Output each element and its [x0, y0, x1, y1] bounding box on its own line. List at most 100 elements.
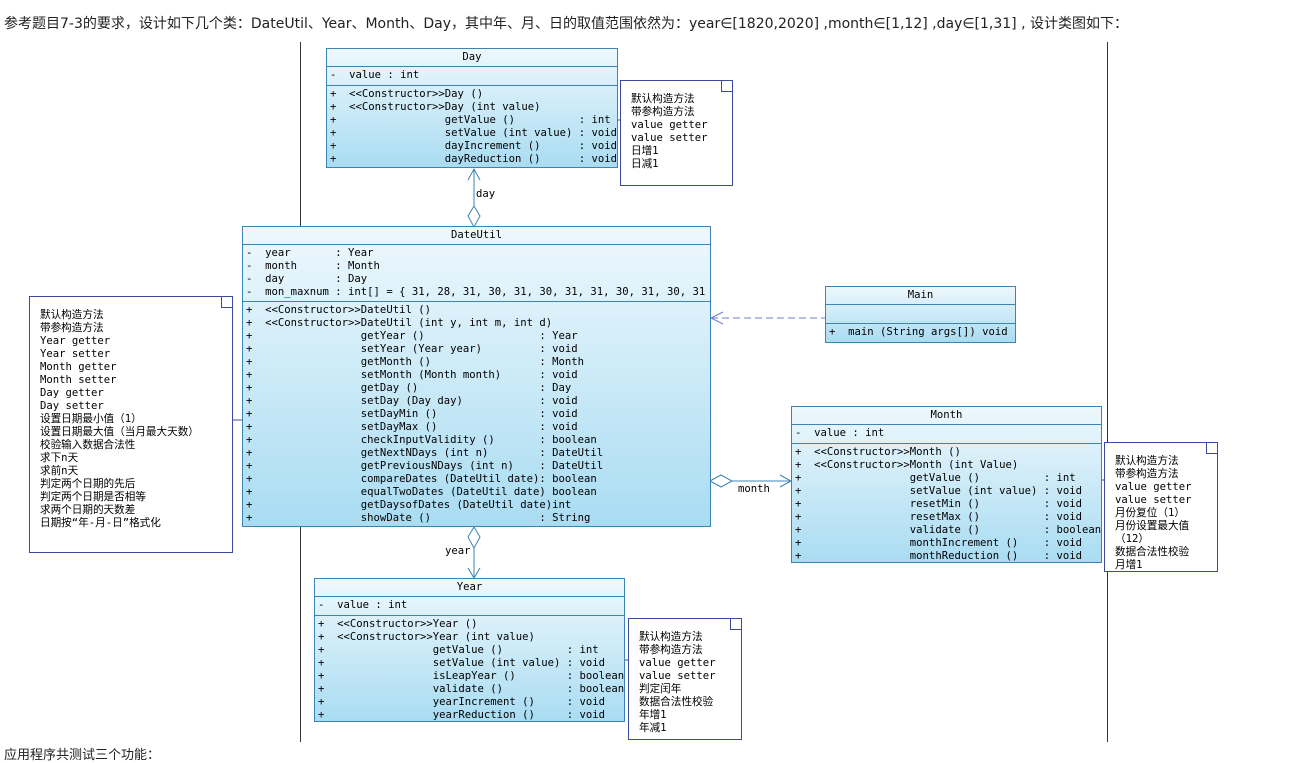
class-year-method: + validate () : boolean [318, 683, 624, 695]
note-dateutil-line: 求前n天 [40, 465, 79, 477]
note-year-line: 年减1 [639, 722, 667, 734]
class-month-method: + resetMax () : void [795, 511, 1083, 523]
class-year-method: + getValue () : int [318, 644, 599, 656]
note-dateutil-line: 设置日期最大值（当月最大天数） [40, 426, 199, 438]
class-dateutil-method: + setDayMax () : void [246, 421, 578, 433]
class-main-attributes [826, 305, 1015, 324]
class-year[interactable]: Year - value : int + <<Constructor>>Year… [314, 578, 625, 722]
class-dateutil-method: + getYear () : Year [246, 330, 578, 342]
class-main-methods: + main (String args[]) void [826, 324, 1015, 341]
note-dateutil-line: 带参构造方法 [40, 322, 104, 334]
class-main-method: + main (String args[]) void [829, 326, 1008, 338]
class-dateutil-method: + setDayMin () : void [246, 408, 578, 420]
class-dateutil-method: + setMonth (Month month) : void [246, 369, 578, 381]
note-dateutil-line: Month setter [40, 374, 117, 386]
class-month-methods: + <<Constructor>>Month () + <<Constructor… [792, 444, 1101, 565]
class-dateutil-attribute: - month : Month [246, 260, 380, 272]
note-month: 默认构造方法 带参构造方法 value getter value setter 月份复位… [1104, 442, 1218, 572]
note-month-line: value getter [1115, 481, 1192, 493]
note-dateutil-line: Day setter [40, 400, 104, 412]
class-month[interactable]: Month - value : int + <<Constructor>>Mon… [791, 406, 1102, 563]
class-month-method: + getValue () : int [795, 472, 1076, 484]
class-dateutil-method: + equalTwoDates (DateUtil date) boolean [246, 486, 597, 498]
class-main[interactable]: Main + main (String args[]) void [825, 286, 1016, 343]
note-day-line: 默认构造方法 [631, 93, 695, 105]
note-year-line: 数据合法性校验 [639, 696, 714, 708]
class-day-method: + dayIncrement () : void [330, 140, 617, 152]
year-relation-label: year [445, 545, 471, 557]
class-year-method: + <<Constructor>>Year (int value) [318, 631, 535, 643]
class-year-attributes: - value : int [315, 597, 624, 616]
note-dateutil: 默认构造方法 带参构造方法 Year getter Year setter Month … [29, 296, 233, 553]
note-month-line: （12） [1115, 533, 1149, 545]
note-year-line: 默认构造方法 [639, 631, 703, 643]
class-dateutil-method: + checkInputValidity () : boolean [246, 434, 597, 446]
class-dateutil-method: + getDay () : Day [246, 382, 572, 394]
note-day-line: value getter [631, 119, 708, 131]
class-month-method: + monthReduction () : void [795, 550, 1083, 562]
class-dateutil-name: DateUtil [243, 227, 710, 245]
class-day-method: + dayReduction () : void [330, 153, 617, 165]
class-month-method: + resetMin () : void [795, 498, 1083, 510]
note-dateutil-line: 设置日期最小值（1） [40, 413, 142, 425]
class-year-method: + <<Constructor>>Year () [318, 618, 478, 630]
note-day-line: value setter [631, 132, 708, 144]
note-fold-corner [721, 81, 732, 92]
class-dateutil-method: + setYear (Year year) : void [246, 343, 578, 355]
note-dateutil-line: 判定两个日期是否相等 [40, 491, 146, 503]
note-dateutil-line: Year setter [40, 348, 111, 360]
class-dateutil-method: + compareDates (DateUtil date): boolean [246, 473, 597, 485]
class-dateutil-attributes: - year : Year - month : Month - day : Day -… [243, 245, 710, 302]
note-dateutil-line: 默认构造方法 [40, 309, 104, 321]
month-relation-label: month [738, 483, 770, 495]
class-month-method: + validate () : boolean [795, 524, 1101, 536]
note-year-line: value getter [639, 657, 716, 669]
class-year-method: + yearIncrement () : void [318, 696, 606, 708]
note-month-line: 带参构造方法 [1115, 468, 1179, 480]
class-dateutil-method: + getMonth () : Month [246, 356, 585, 368]
class-month-method: + setValue (int value) : void [795, 485, 1083, 497]
class-dateutil[interactable]: DateUtil - year : Year - month : Month - d… [242, 226, 711, 527]
note-month-line: 月增1 [1115, 559, 1143, 571]
class-day-method: + getValue () : int [330, 114, 611, 126]
note-fold-corner [221, 297, 232, 308]
note-year-line: 年增1 [639, 709, 667, 721]
class-year-method: + setValue (int value) : void [318, 657, 606, 669]
class-year-name: Year [315, 579, 624, 597]
class-dateutil-method: + <<Constructor>>DateUtil () [246, 304, 431, 316]
note-day-line: 带参构造方法 [631, 106, 695, 118]
note-year-line: 带参构造方法 [639, 644, 703, 656]
note-year-line: value setter [639, 670, 716, 682]
note-dateutil-line: Day getter [40, 387, 104, 399]
class-dateutil-attribute: - day : Day [246, 273, 368, 285]
class-dateutil-method: + setDay (Day day) : void [246, 395, 578, 407]
day-relation-label: day [476, 188, 496, 200]
note-day-line: 日减1 [631, 158, 659, 170]
class-day-name: Day [327, 49, 617, 67]
note-dateutil-line: 求两个日期的天数差 [40, 504, 136, 516]
note-month-line: 数据合法性校验 [1115, 546, 1190, 558]
note-fold-corner [1206, 443, 1217, 454]
class-day-attributes: - value : int [327, 67, 617, 86]
note-fold-corner [730, 619, 741, 630]
class-dateutil-method: + getNextNDays (int n) : DateUtil [246, 447, 604, 459]
class-dateutil-methods: + <<Constructor>>DateUtil () + <<Construc… [243, 302, 710, 527]
class-dateutil-method: + getPreviousNDays (int n) : DateUtil [246, 460, 604, 472]
note-dateutil-line: 日期按“年-月-日”格式化 [40, 517, 161, 529]
note-day: 默认构造方法 带参构造方法 value getter value setter 日增1 日… [620, 80, 733, 186]
class-year-attribute: - value : int [318, 599, 408, 611]
class-year-methods: + <<Constructor>>Year () + <<Constructor>… [315, 616, 624, 724]
note-dateutil-line: Year getter [40, 335, 111, 347]
class-day[interactable]: Day - value : int + <<Constructor>>Day (… [326, 48, 618, 168]
footer-text: 应用程序共测试三个功能： [4, 748, 161, 763]
class-month-method: + monthIncrement () : void [795, 537, 1083, 549]
note-dateutil-line: Month getter [40, 361, 117, 373]
class-dateutil-method: + showDate () : String [246, 512, 591, 524]
class-dateutil-method: + getDaysofDates (DateUtil date)int [246, 499, 572, 511]
note-month-line: 默认构造方法 [1115, 455, 1179, 467]
class-dateutil-attribute: - mon_maxnum : int[] = { 31, 28, 31, 30,… [246, 286, 710, 298]
note-year-line: 判定闰年 [639, 683, 682, 695]
class-month-method: + <<Constructor>>Month () [795, 446, 961, 458]
class-month-attributes: - value : int [792, 425, 1101, 444]
class-month-name: Month [792, 407, 1101, 425]
